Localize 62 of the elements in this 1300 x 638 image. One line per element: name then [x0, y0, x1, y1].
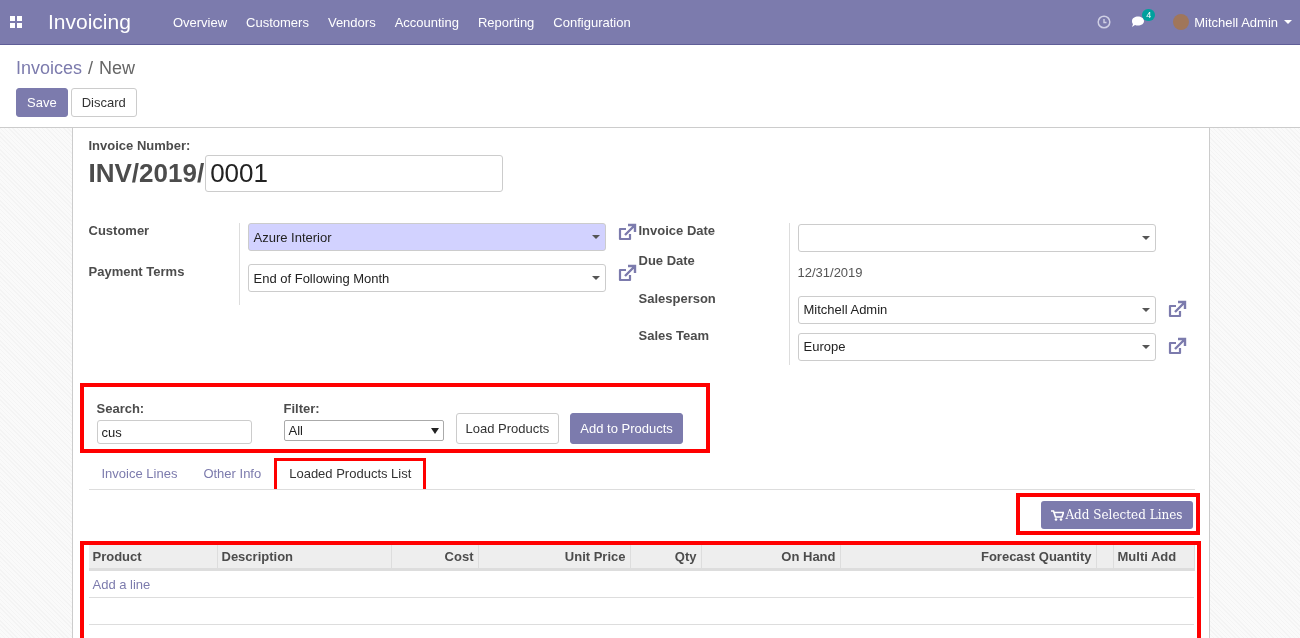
field-label: Due Date — [638, 253, 695, 268]
tab[interactable]: Loaded Products List — [274, 458, 427, 489]
field-value: 12/31/2019 — [797, 264, 863, 280]
field-label: Search: — [96, 401, 146, 416]
add-to-products-button[interactable]: Add to Products — [570, 413, 683, 444]
breadcrumb-current: New — [99, 58, 136, 79]
clock-icon[interactable] — [1097, 15, 1112, 29]
caret-icon — [1141, 344, 1150, 349]
caret-icon — [1141, 236, 1150, 240]
column-header[interactable]: Product — [88, 545, 217, 570]
caret-icon — [591, 235, 600, 239]
menu-item[interactable]: Reporting — [477, 14, 535, 30]
select-field[interactable]: Azure Interior — [247, 223, 606, 251]
column-header[interactable]: Multi Add — [1113, 545, 1194, 570]
column-header[interactable]: Description — [217, 545, 391, 570]
external-link-icon[interactable] — [616, 264, 637, 284]
column-header[interactable]: Qty — [630, 545, 701, 570]
invoice-prefix: INV/2019/ — [88, 158, 205, 189]
caret-icon — [430, 427, 439, 434]
external-link-icon[interactable] — [1166, 336, 1187, 357]
tab[interactable]: Other Info — [190, 458, 275, 489]
apps-grid-icon[interactable] — [10, 16, 22, 28]
field-label: Invoice Number: — [88, 138, 192, 153]
caret-icon — [1141, 307, 1150, 312]
add-selected-lines-button[interactable]: Add Selected Lines — [1041, 501, 1193, 529]
field-label: Invoice Date — [638, 223, 716, 238]
column-header[interactable]: Unit Price — [478, 545, 630, 570]
add-line-link[interactable]: Add a line — [92, 576, 151, 592]
select-field[interactable]: Europe — [797, 332, 1156, 361]
caret-icon — [591, 276, 600, 280]
external-link-icon[interactable] — [616, 223, 637, 243]
column-header[interactable]: Cost — [391, 545, 478, 570]
menu-item[interactable]: Overview — [172, 14, 228, 30]
app-title: Invoicing — [48, 10, 131, 34]
external-link-icon[interactable] — [1166, 299, 1187, 320]
caret-icon[interactable] — [1284, 20, 1292, 24]
field-label: Payment Terms — [88, 264, 185, 279]
column-header[interactable]: On Hand — [701, 545, 840, 570]
load-products-button[interactable]: Load Products — [455, 413, 560, 444]
search-field[interactable]: cus — [96, 420, 252, 444]
invoice-number-field[interactable]: 0001 — [205, 155, 504, 192]
select-field[interactable]: Mitchell Admin — [797, 295, 1156, 324]
tab[interactable]: Invoice Lines — [88, 458, 191, 489]
breadcrumb-separator: / — [88, 58, 94, 79]
field-label: Sales Team — [638, 328, 710, 343]
user-name[interactable]: Mitchell Admin — [1194, 14, 1278, 30]
discard-button[interactable]: Discard — [70, 88, 137, 117]
column-header[interactable]: Forecast Quantity — [840, 545, 1096, 570]
filter-select[interactable]: All — [283, 420, 444, 441]
select-field[interactable]: End of Following Month — [247, 264, 606, 292]
breadcrumb-link[interactable]: Invoices — [16, 58, 83, 79]
field-label: Salesperson — [638, 291, 716, 306]
menu-item[interactable]: Vendors — [327, 14, 376, 30]
field-label: Filter: — [283, 401, 321, 416]
message-count-badge: 4 — [1142, 8, 1156, 21]
menu-item[interactable]: Customers — [246, 14, 309, 30]
menu-item[interactable]: Configuration — [553, 14, 631, 30]
cart-icon — [1051, 509, 1065, 521]
menu-item[interactable]: Accounting — [394, 14, 459, 30]
select-field[interactable] — [797, 224, 1156, 252]
field-label: Customer — [88, 223, 150, 238]
save-button[interactable]: Save — [16, 88, 68, 117]
